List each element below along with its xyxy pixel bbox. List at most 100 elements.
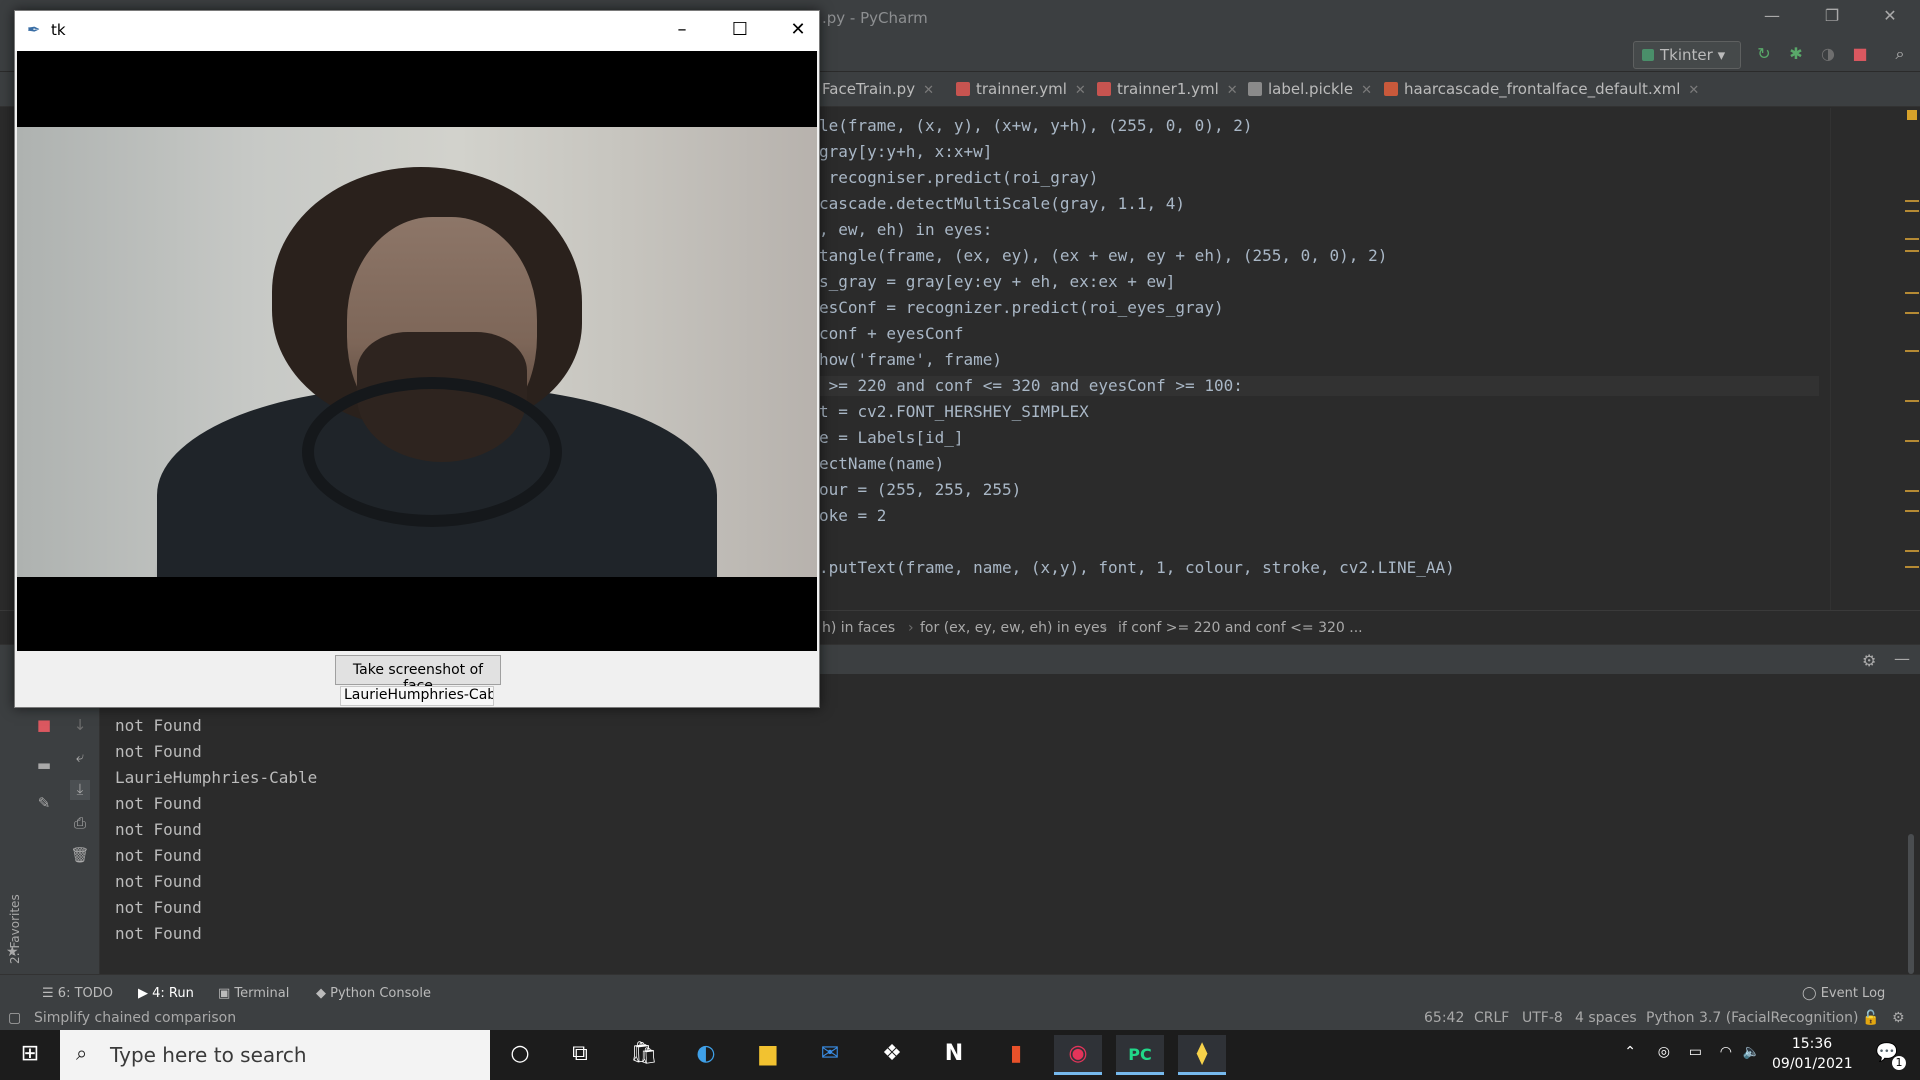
left-tool-strip: 2: Favorites ★ bbox=[0, 674, 28, 974]
wifi-icon[interactable]: ◠ bbox=[1720, 1044, 1732, 1060]
code-line: oke = 2 bbox=[819, 506, 887, 525]
tk-title-bar[interactable]: ✒ tk – ☐ ✕ bbox=[15, 11, 819, 51]
close-icon[interactable]: ✕ bbox=[1878, 6, 1902, 28]
run-tab[interactable]: ▶ 4: Run bbox=[138, 986, 194, 1001]
interpreter-setting[interactable]: Python 3.7 (FacialRecognition) bbox=[1646, 1010, 1858, 1026]
search-box[interactable]: ⌕ Type here to search bbox=[60, 1030, 490, 1080]
close-tab-icon[interactable]: ✕ bbox=[1361, 83, 1372, 98]
minimize-icon[interactable]: — bbox=[1760, 6, 1784, 28]
chevron-up-icon[interactable]: ⌃ bbox=[1624, 1044, 1636, 1060]
tab-haarcascade[interactable]: haarcascade_frontalface_default.xml ✕ bbox=[1384, 80, 1699, 98]
error-stripe-mark[interactable] bbox=[1905, 400, 1919, 402]
console-scrollbar[interactable] bbox=[1908, 834, 1914, 974]
camera-app-icon[interactable]: ◉ bbox=[1054, 1035, 1102, 1075]
clock-date[interactable]: 09/01/2021 bbox=[1772, 1056, 1853, 1072]
file-encoding[interactable]: UTF-8 bbox=[1522, 1010, 1563, 1026]
error-stripe-mark[interactable] bbox=[1905, 238, 1919, 240]
breadcrumb-item[interactable]: for (ex, ey, ew, eh) in eyes bbox=[920, 620, 1107, 636]
run-config-select[interactable]: Tkinter ▾ bbox=[1633, 41, 1741, 69]
pin-icon[interactable]: ✎ bbox=[34, 794, 54, 814]
store-icon[interactable]: 🛍 bbox=[620, 1035, 668, 1075]
run-toolbar: ■ ↓ ⤶ ▬ ⤓ ✎ ⎙ 🗑 bbox=[28, 674, 100, 974]
mail-icon[interactable]: ✉ bbox=[806, 1035, 854, 1075]
error-stripe-mark[interactable] bbox=[1905, 440, 1919, 442]
edge-icon[interactable]: ◐ bbox=[682, 1035, 730, 1075]
tk-window: ✒ tk – ☐ ✕ Take screenshot of face Lauri… bbox=[14, 10, 820, 708]
debug-icon[interactable]: ✱ bbox=[1786, 44, 1806, 64]
event-log-tab[interactable]: ◯ Event Log bbox=[1802, 986, 1885, 1001]
cortana-icon[interactable]: ○ bbox=[496, 1035, 544, 1075]
dropbox-icon[interactable]: ❖ bbox=[868, 1035, 916, 1075]
status-bar: ▢ Simplify chained comparison 65:42 CRLF… bbox=[0, 1005, 1920, 1033]
close-tab-icon[interactable]: ✕ bbox=[1227, 83, 1238, 98]
tab-facetrain[interactable]: FaceTrain.py ✕ bbox=[822, 80, 934, 98]
task-view-icon[interactable]: ⧉ bbox=[556, 1035, 604, 1075]
volume-icon[interactable]: 🔈 bbox=[1743, 1044, 1760, 1060]
search-icon[interactable]: ⌕ bbox=[1890, 44, 1910, 64]
code-line: ectName(name) bbox=[819, 454, 945, 473]
file-explorer-icon[interactable]: ▆ bbox=[744, 1035, 792, 1075]
console-line: not Found bbox=[115, 924, 202, 943]
error-stripe-mark[interactable] bbox=[1905, 566, 1919, 568]
rerun-icon[interactable]: ↻ bbox=[1754, 44, 1774, 64]
hide-icon[interactable]: — bbox=[1894, 649, 1910, 668]
error-stripe-mark[interactable] bbox=[1905, 510, 1919, 512]
warning-marker[interactable] bbox=[1907, 110, 1917, 120]
clock-time[interactable]: 15:36 bbox=[1772, 1036, 1852, 1052]
layout-icon[interactable]: ▬ bbox=[34, 756, 54, 776]
office-icon[interactable]: ▮ bbox=[992, 1035, 1040, 1075]
python-console-tab[interactable]: ◆ Python Console bbox=[316, 986, 431, 1001]
coverage-icon[interactable]: ◑ bbox=[1818, 44, 1838, 64]
notion-icon[interactable]: N bbox=[930, 1035, 978, 1075]
indent-setting[interactable]: 4 spaces bbox=[1575, 1010, 1637, 1026]
minimize-icon[interactable]: – bbox=[667, 19, 697, 43]
gear-icon[interactable]: ⚙ bbox=[1862, 651, 1876, 670]
tab-label-pickle[interactable]: label.pickle ✕ bbox=[1248, 80, 1372, 98]
breadcrumb-item[interactable]: if conf >= 220 and conf <= 320 ... bbox=[1118, 620, 1363, 636]
code-line: gray[y:y+h, x:x+w] bbox=[819, 142, 993, 161]
error-stripe-mark[interactable] bbox=[1905, 292, 1919, 294]
windows-start-icon[interactable]: ⊞ bbox=[6, 1035, 54, 1075]
restore-icon[interactable]: ❐ bbox=[1820, 6, 1844, 28]
tab-trainner1[interactable]: trainner1.yml ✕ bbox=[1097, 80, 1238, 98]
take-screenshot-button[interactable]: Take screenshot of face bbox=[335, 655, 501, 694]
breadcrumb-item[interactable]: h) in faces bbox=[822, 620, 895, 636]
line-separator[interactable]: CRLF bbox=[1474, 1010, 1509, 1026]
error-stripe-mark[interactable] bbox=[1905, 210, 1919, 212]
scroll-to-end-icon[interactable]: ⤓ bbox=[70, 780, 90, 800]
maximize-icon[interactable]: ☐ bbox=[725, 19, 755, 43]
console-line: not Found bbox=[115, 846, 202, 865]
soft-wrap-icon[interactable]: ⤶ bbox=[70, 748, 90, 768]
caret-position[interactable]: 65:42 bbox=[1424, 1010, 1464, 1026]
print-icon[interactable]: ⎙ bbox=[70, 814, 90, 834]
stop-icon[interactable]: ■ bbox=[34, 716, 54, 736]
close-icon[interactable]: ✕ bbox=[783, 19, 813, 43]
arrow-down-icon[interactable]: ↓ bbox=[70, 716, 90, 736]
run-console[interactable]: not Found not Found LaurieHumphries-Cabl… bbox=[100, 674, 1920, 974]
terminal-tab[interactable]: ▣ Terminal bbox=[218, 986, 289, 1001]
close-tab-icon[interactable]: ✕ bbox=[923, 83, 934, 98]
error-stripe-mark[interactable] bbox=[1905, 550, 1919, 552]
inspector-icon[interactable]: ⚙ bbox=[1892, 1010, 1905, 1026]
battery-icon[interactable]: ▭ bbox=[1689, 1044, 1702, 1060]
console-line: not Found bbox=[115, 820, 202, 839]
todo-tab[interactable]: ☰ 6: TODO bbox=[42, 986, 113, 1001]
error-stripe-mark[interactable] bbox=[1905, 350, 1919, 352]
tab-trainner[interactable]: trainner.yml ✕ bbox=[956, 80, 1086, 98]
trash-icon[interactable]: 🗑 bbox=[70, 846, 90, 866]
python-icon[interactable]: ⧫ bbox=[1178, 1035, 1226, 1075]
pycharm-icon[interactable]: PC bbox=[1116, 1035, 1164, 1075]
error-stripe-mark[interactable] bbox=[1905, 490, 1919, 492]
discord-icon[interactable]: ◎ bbox=[1658, 1044, 1670, 1060]
close-tab-icon[interactable]: ✕ bbox=[1688, 83, 1699, 98]
yml-file-icon bbox=[1097, 82, 1111, 96]
error-stripe-mark[interactable] bbox=[1905, 312, 1919, 314]
console-line: not Found bbox=[115, 872, 202, 891]
code-line: esConf = recognizer.predict(roi_eyes_gra… bbox=[819, 298, 1224, 317]
error-stripe-mark[interactable] bbox=[1905, 200, 1919, 202]
error-stripe-mark[interactable] bbox=[1905, 250, 1919, 252]
stop-icon[interactable]: ■ bbox=[1850, 44, 1870, 64]
close-tab-icon[interactable]: ✕ bbox=[1075, 83, 1086, 98]
lock-icon[interactable]: 🔓 bbox=[1862, 1010, 1879, 1026]
tk-title: tk bbox=[51, 21, 66, 39]
